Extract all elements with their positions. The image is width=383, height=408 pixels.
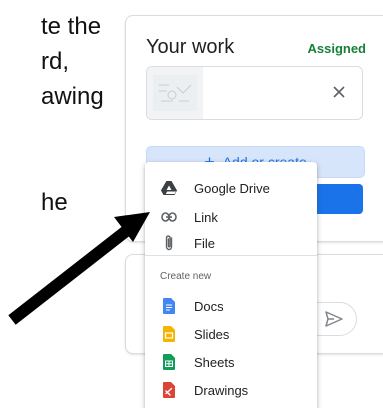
menu-item-label: Link	[194, 209, 218, 225]
link-icon	[160, 208, 178, 226]
add-or-create-menu: Google Drive Link File Create new Docs S…	[145, 162, 317, 408]
menu-divider	[145, 255, 317, 256]
send-icon[interactable]	[324, 310, 344, 328]
close-icon	[333, 86, 345, 98]
drawing-thumbnail-icon	[153, 75, 197, 111]
menu-item-label: Sheets	[194, 354, 235, 370]
assigned-status: Assigned	[307, 41, 366, 56]
docs-icon	[160, 297, 178, 315]
your-work-title: Your work	[146, 36, 235, 58]
menu-item-docs[interactable]: Docs	[145, 292, 317, 320]
attachment-card[interactable]	[146, 66, 363, 120]
instruction-line-4: he	[41, 189, 68, 216]
menu-item-google-drive[interactable]: Google Drive	[145, 174, 317, 202]
slides-icon	[160, 325, 178, 343]
instruction-line-3: awing	[41, 83, 104, 110]
drawings-icon	[160, 381, 178, 399]
screenshot-stage: te the rd, awing he Your work Assigned G…	[0, 0, 383, 408]
menu-item-label: Slides	[194, 326, 230, 342]
attachment-thumbnail	[147, 67, 203, 119]
paperclip-icon	[160, 234, 178, 252]
menu-item-label: Docs	[194, 298, 224, 314]
menu-item-label: Drawings	[194, 382, 249, 398]
google-drive-icon	[160, 179, 178, 197]
instruction-line-1: te the	[41, 13, 102, 40]
menu-item-label: File	[194, 235, 215, 251]
menu-item-file[interactable]: File	[145, 229, 317, 257]
instruction-line-2: rd,	[41, 48, 70, 75]
menu-item-slides[interactable]: Slides	[145, 320, 317, 348]
menu-item-sheets[interactable]: Sheets	[145, 348, 317, 376]
create-new-heading: Create new	[160, 271, 212, 282]
menu-item-label: Google Drive	[194, 180, 270, 196]
menu-item-link[interactable]: Link	[145, 203, 317, 231]
remove-attachment-button[interactable]	[326, 79, 352, 105]
menu-item-drawings[interactable]: Drawings	[145, 376, 317, 404]
sheets-icon	[160, 353, 178, 371]
